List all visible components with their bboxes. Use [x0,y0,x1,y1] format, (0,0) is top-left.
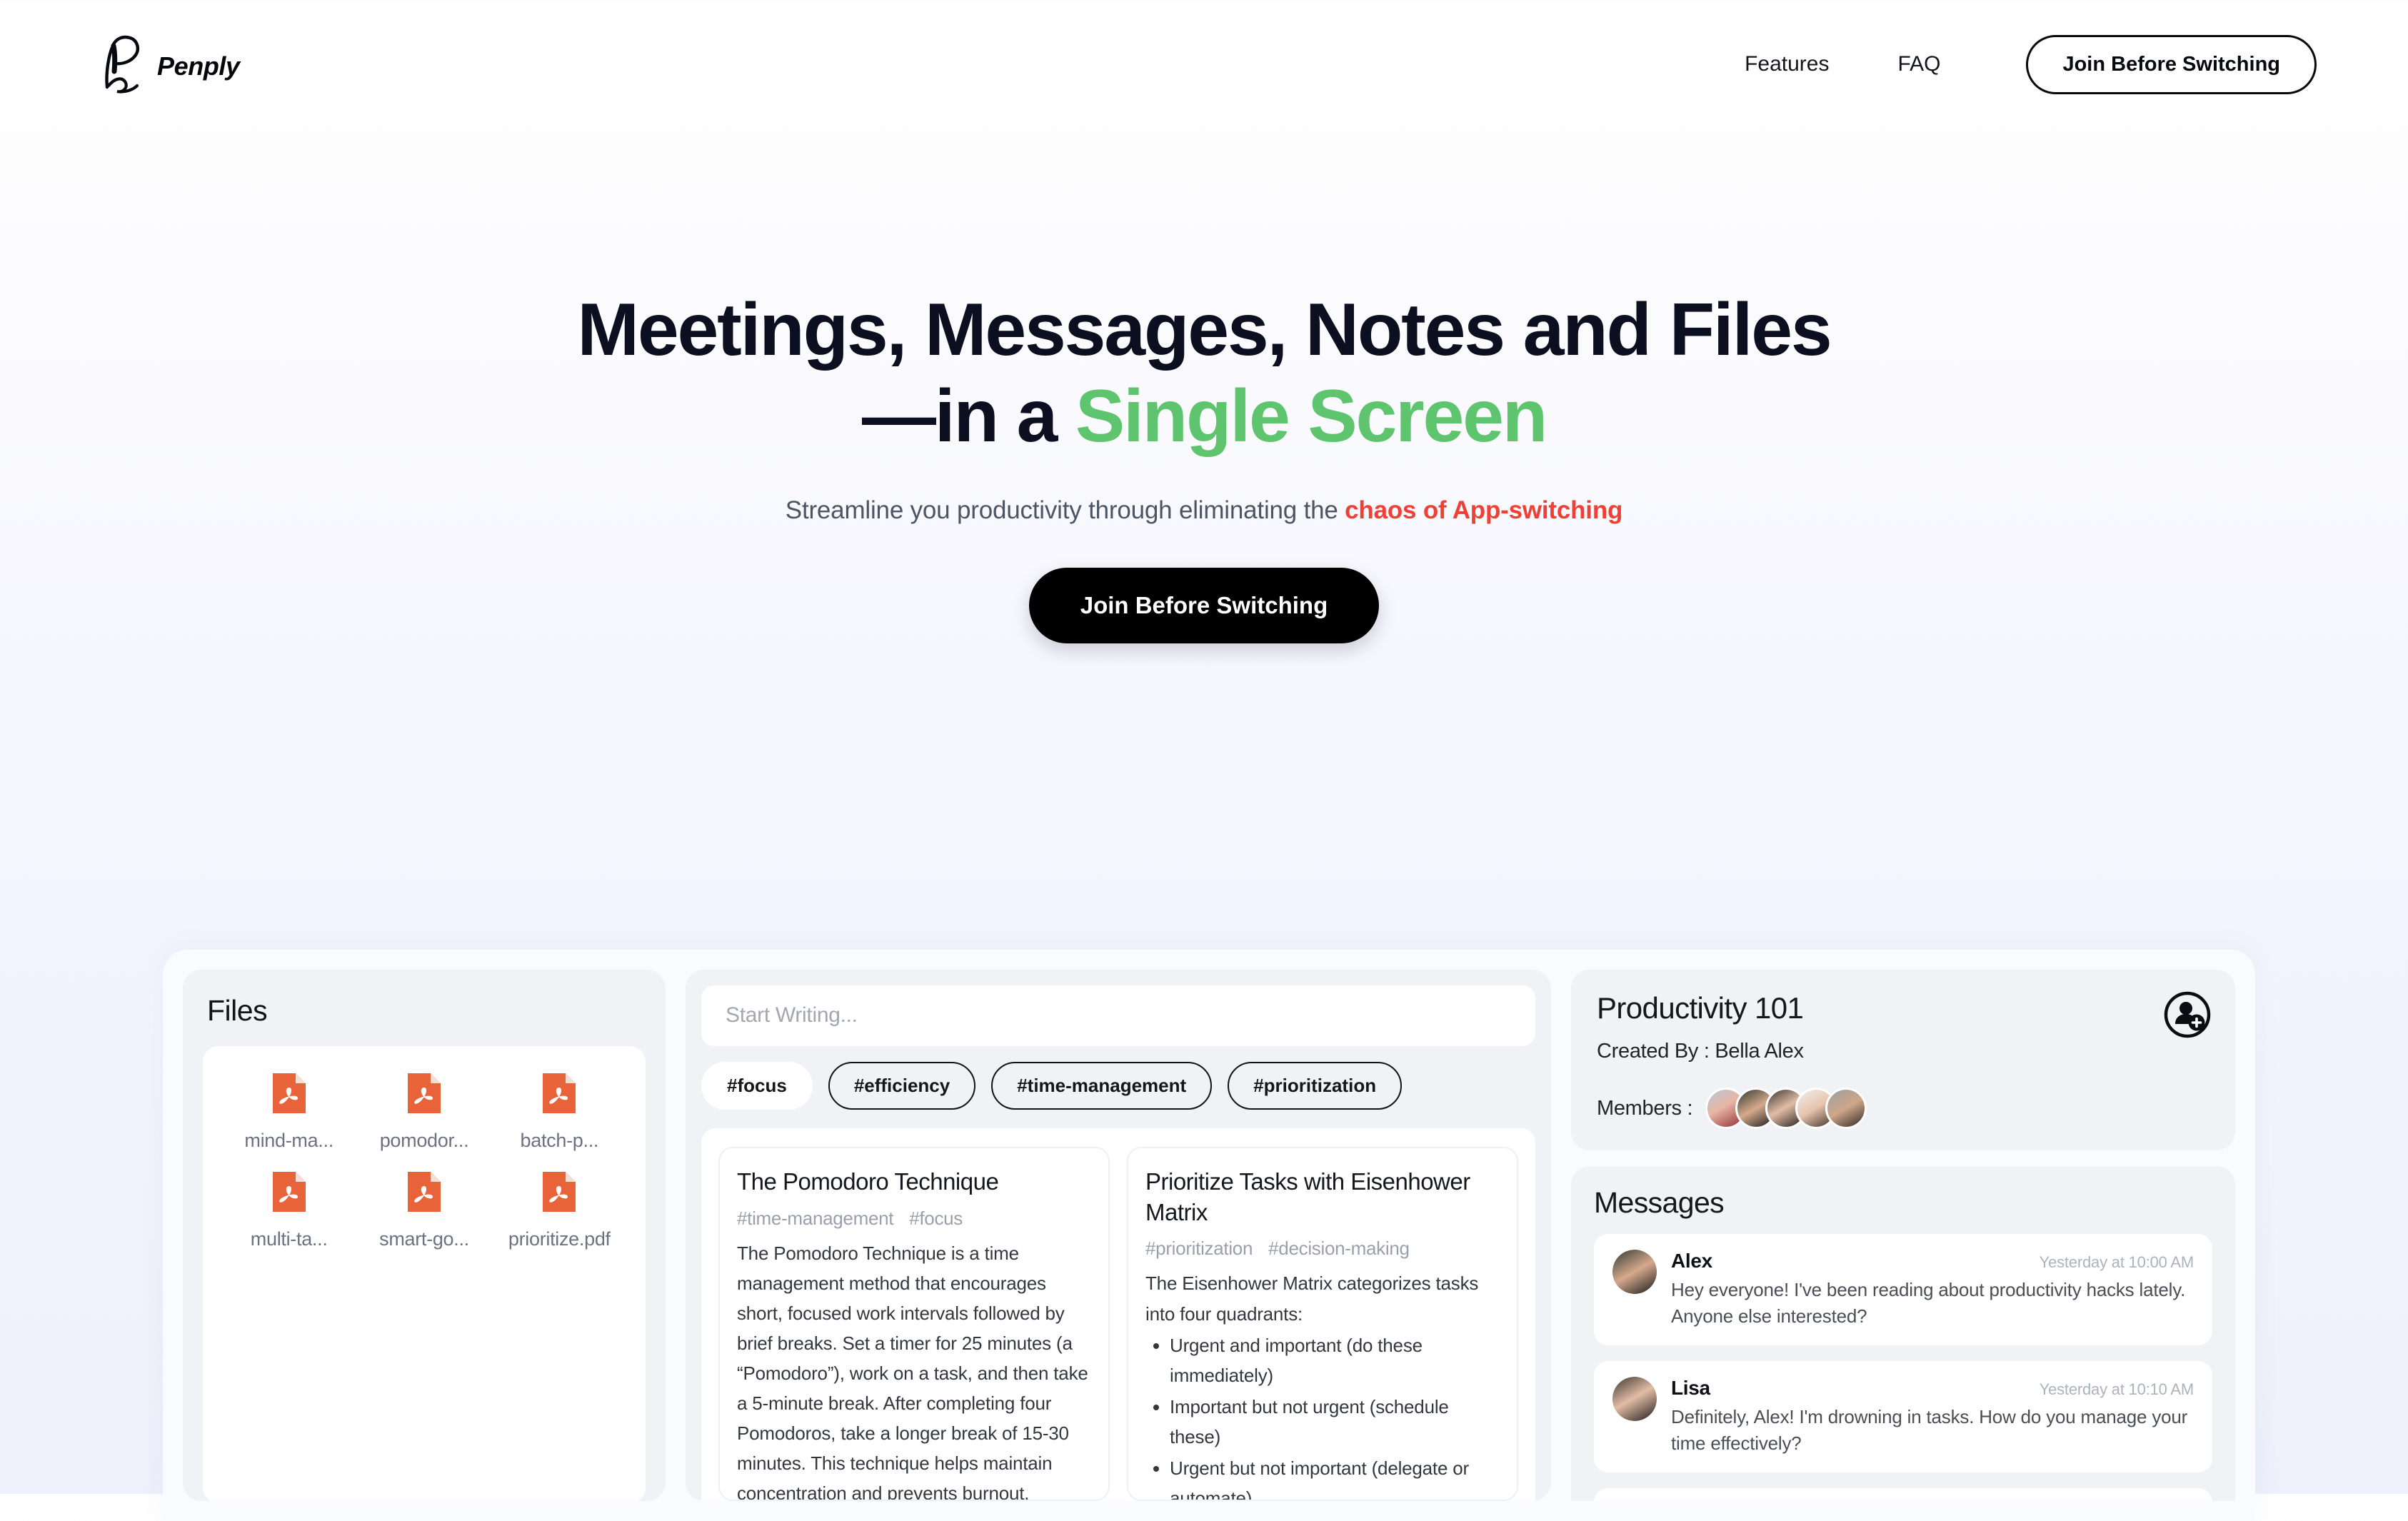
messages-panel: Messages Alex Yesterday at 10:00 AM Hey … [1571,1166,2235,1501]
files-panel-title: Files [207,994,268,1027]
note-tags: #prioritization #decision-making [1145,1238,1500,1260]
message-text: Definitely, Alex! I'm drowning in tasks.… [1671,1405,2188,1454]
hero-join-button[interactable]: Join Before Switching [1028,568,1380,644]
files-grid: mind-ma... pomodor... batch-p... multi-t… [221,1070,627,1250]
message-item[interactable]: Bella [1594,1487,2212,1501]
note-bullet: Important but not urgent (schedule these… [1170,1392,1500,1452]
message-sender: Alex [1671,1250,1712,1272]
headline-accent: Single Screen [1075,374,1547,458]
subtitle-prefix: Streamline you productivity through elim… [785,496,1345,525]
pdf-file-icon [540,1070,578,1120]
message-timestamp: Yesterday at 10:00 AM [2039,1253,2194,1271]
message-avatar [1612,1250,1657,1294]
file-name: multi-ta... [250,1228,328,1250]
tag-filter-bar: #focus #efficiency #time-management #priori… [701,1061,1535,1110]
pdf-file-icon [405,1070,443,1120]
pdf-file-icon [405,1169,443,1218]
note-tag: #prioritization [1145,1238,1253,1260]
members-row: Members : [1597,1088,2209,1129]
member-avatar[interactable] [1825,1088,1867,1129]
message-text: Hey everyone! I've been reading about pr… [1671,1279,2186,1327]
file-item[interactable]: multi-ta... [221,1169,356,1250]
message-item[interactable]: Alex Yesterday at 10:00 AM Hey everyone!… [1594,1234,2212,1345]
add-member-icon[interactable] [2164,991,2211,1038]
file-name: mind-ma... [244,1130,333,1151]
files-panel: Files mind-ma... pomodor... batch-p... m… [183,970,666,1501]
message-avatar [1612,1376,1657,1421]
app-preview: Files mind-ma... pomodor... batch-p... m… [163,950,2255,1521]
note-card[interactable]: Prioritize Tasks with Eisenhower Matrix … [1127,1146,1518,1501]
brand-logo[interactable]: Penply [91,31,240,97]
file-name: pomodor... [379,1130,469,1151]
message-sender: Lisa [1671,1376,1710,1399]
file-name: batch-p... [520,1130,599,1151]
members-label: Members : [1597,1096,1693,1120]
file-item[interactable]: prioritize.pdf [492,1169,627,1250]
note-title: Prioritize Tasks with Eisenhower Matrix [1145,1168,1470,1225]
note-body: The Pomodoro Technique is a time managem… [737,1242,1088,1501]
tag-filter-time-management[interactable]: #time-management [991,1061,1213,1110]
note-writer-input[interactable]: Start Writing... [701,985,1535,1046]
subtitle-accent: chaos of App-switching [1345,496,1623,525]
notes-list: The Pomodoro Technique #time-management #… [701,1128,1535,1501]
tag-filter-prioritization[interactable]: #prioritization [1228,1061,1403,1110]
nav-links: Features FAQ Join Before Switching [1710,34,2317,94]
note-title: The Pomodoro Technique [737,1168,999,1195]
file-item[interactable]: mind-ma... [221,1070,356,1152]
file-item[interactable]: batch-p... [492,1070,627,1152]
note-bullet-list: Urgent and important (do these immediate… [1145,1330,1500,1500]
note-bullet: Urgent and important (do these immediate… [1170,1330,1500,1390]
nav-link-faq[interactable]: FAQ [1863,52,1975,76]
messages-title: Messages [1594,1186,1725,1219]
file-item[interactable]: smart-go... [356,1169,491,1250]
note-tags: #time-management #focus [737,1208,1091,1230]
nav-join-button[interactable]: Join Before Switching [2026,34,2317,94]
hero-section: Meetings, Messages, Notes and Files —in … [0,129,2408,644]
pdf-file-icon [270,1070,308,1120]
nav-link-features[interactable]: Features [1710,52,1863,76]
file-item[interactable]: pomodor... [356,1070,491,1152]
headline-line-2-prefix: —in a [861,374,1075,458]
room-info-panel: Productivity 101 Created By : Bella Alex… [1571,970,2235,1150]
brand-name: Penply [157,51,240,81]
note-card[interactable]: The Pomodoro Technique #time-management #… [718,1146,1110,1501]
penply-script-p-logo-icon [91,31,153,97]
pdf-file-icon [540,1169,578,1218]
hero-subtitle: Streamline you productivity through elim… [0,496,2408,525]
member-avatars [1705,1088,1867,1129]
room-title: Productivity 101 [1597,991,1804,1025]
file-name: smart-go... [379,1228,469,1250]
right-column: Productivity 101 Created By : Bella Alex… [1571,970,2235,1501]
message-item[interactable]: Lisa Yesterday at 10:10 AM Definitely, A… [1594,1360,2212,1472]
message-timestamp: Yesterday at 10:10 AM [2039,1380,2194,1398]
notes-editor-panel: Start Writing... #focus #efficiency #time-… [686,970,1551,1501]
tag-filter-focus[interactable]: #focus [701,1061,813,1110]
messages-list: Alex Yesterday at 10:00 AM Hey everyone!… [1594,1234,2212,1501]
room-created-by: Created By : Bella Alex [1597,1040,1804,1063]
note-tag: #decision-making [1268,1238,1410,1260]
note-tag: #time-management [737,1207,894,1229]
top-navbar: Penply Features FAQ Join Before Switchin… [0,0,2408,129]
files-card: mind-ma... pomodor... batch-p... multi-t… [203,1046,646,1501]
pdf-file-icon [270,1169,308,1218]
note-body: The Eisenhower Matrix categorizes tasks … [1145,1268,1500,1500]
file-name: prioritize.pdf [508,1228,611,1250]
note-tag: #focus [909,1207,963,1229]
page-title: Meetings, Messages, Notes and Files —in … [0,287,2408,459]
tag-filter-efficiency[interactable]: #efficiency [828,1061,976,1110]
headline-line-1: Meetings, Messages, Notes and Files [577,288,1832,371]
